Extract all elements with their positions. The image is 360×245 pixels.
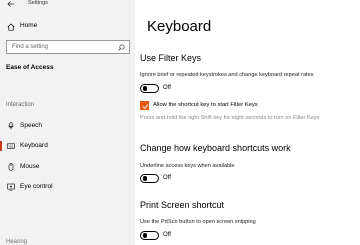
sidebar-item-keyboard[interactable]: Keyboard — [0, 139, 135, 153]
filter-keys-hint: Press and hold the right Shift key for e… — [140, 115, 320, 121]
sidebar: Settings Home Find a setting Ease of Acc… — [0, 0, 135, 245]
search-icon[interactable] — [118, 44, 125, 51]
speech-icon — [8, 122, 14, 130]
print-screen-title: Print Screen shortcut — [140, 200, 225, 210]
toggle-knob — [143, 233, 148, 238]
back-arrow-icon[interactable] — [6, 0, 16, 9]
toggle-knob — [143, 176, 148, 181]
filter-keys-description: Ignore brief or repeated keystrokes and … — [140, 72, 314, 78]
home-icon — [7, 23, 15, 31]
main-content: Keyboard Use Filter Keys Ignore brief or… — [135, 0, 360, 245]
checkmark-icon — [142, 103, 148, 109]
app-title: Settings — [28, 0, 48, 6]
mouse-icon — [8, 163, 14, 171]
underline-access-keys-toggle[interactable] — [140, 174, 159, 183]
sidebar-item-label: Eye control — [20, 183, 53, 190]
sidebar-item-label: Mouse — [20, 163, 40, 170]
sidebar-item-mouse[interactable]: Mouse — [0, 160, 135, 174]
sidebar-group-heading-partial: Hearing — [6, 239, 28, 245]
filter-keys-title: Use Filter Keys — [140, 53, 202, 63]
sidebar-item-home[interactable]: Home — [6, 21, 131, 33]
sidebar-group-heading: Interaction — [6, 102, 35, 108]
search-input[interactable]: Find a setting — [6, 40, 130, 54]
print-screen-toggle[interactable] — [140, 231, 159, 240]
title-bar: Settings — [0, 0, 135, 10]
sidebar-section-heading: Ease of Access — [6, 64, 54, 71]
shortcuts-description: Underline access keys when available — [140, 163, 235, 169]
sidebar-item-label: Speech — [20, 122, 43, 129]
shortcuts-title: Change how keyboard shortcuts work — [140, 143, 291, 153]
filter-keys-toggle[interactable] — [140, 84, 159, 93]
filter-keys-shortcut-label: Allow the shortcut key to start Filter K… — [153, 102, 258, 108]
filter-keys-toggle-state: Off — [163, 85, 171, 91]
active-indicator — [0, 141, 2, 151]
print-screen-toggle-state: Off — [163, 232, 171, 238]
keyboard-icon — [7, 143, 15, 149]
underline-access-keys-toggle-state: Off — [163, 175, 171, 181]
eye-control-icon — [7, 183, 15, 191]
sidebar-item-eye-control[interactable]: Eye control — [0, 180, 135, 194]
sidebar-item-speech[interactable]: Speech — [0, 119, 135, 133]
print-screen-description: Use the PrtScn button to open screen sni… — [140, 219, 256, 225]
sidebar-item-label: Keyboard — [20, 142, 48, 149]
page-title: Keyboard — [147, 18, 212, 35]
filter-keys-shortcut-checkbox[interactable] — [140, 101, 149, 110]
home-label: Home — [20, 22, 38, 29]
search-placeholder: Find a setting — [12, 44, 49, 50]
toggle-knob — [143, 86, 148, 91]
